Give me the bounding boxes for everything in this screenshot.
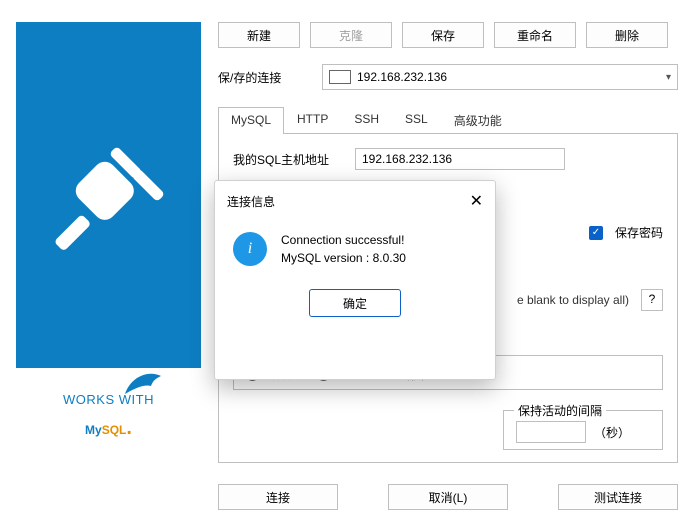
connection-info-dialog: 连接信息 ✕ i Connection successful! MySQL ve…	[214, 180, 496, 380]
tab-mysql[interactable]: MySQL	[218, 107, 284, 134]
tab-http[interactable]: HTTP	[284, 106, 341, 133]
saved-connection-label: 保/存的连接	[218, 69, 308, 86]
host-input[interactable]	[355, 148, 565, 170]
color-swatch	[329, 70, 351, 84]
new-button[interactable]: 新建	[218, 22, 300, 48]
save-button[interactable]: 保存	[402, 22, 484, 48]
close-icon[interactable]: ✕	[470, 191, 483, 211]
tabstrip: MySQL HTTP SSH SSL 高级功能	[218, 106, 678, 134]
tab-ssh[interactable]: SSH	[341, 106, 392, 133]
mysql-logo: WORKS WITH MySQL.	[16, 368, 201, 464]
tab-ssl[interactable]: SSL	[392, 106, 441, 133]
plug-illustration	[16, 22, 201, 368]
ok-button[interactable]: 确定	[309, 289, 401, 317]
db-hint: e blank to display all)	[517, 293, 629, 307]
toolbar: 新建 克隆 保存 重命名 删除	[218, 22, 678, 48]
dolphin-icon	[123, 370, 163, 396]
save-password-label: 保存密码	[615, 224, 663, 241]
info-icon: i	[233, 232, 267, 266]
chevron-down-icon: ▾	[666, 72, 671, 83]
plug-icon	[39, 125, 179, 265]
help-button[interactable]: ?	[641, 289, 663, 311]
dialog-message: Connection successful! MySQL version : 8…	[281, 231, 406, 267]
saved-connection-value: 192.168.232.136	[357, 70, 447, 84]
clone-button: 克隆	[310, 22, 392, 48]
connect-button[interactable]: 连接	[218, 484, 338, 510]
host-label: 我的SQL主机地址	[233, 151, 343, 168]
test-connection-button[interactable]: 测试连接	[558, 484, 678, 510]
keepalive-input[interactable]	[516, 421, 586, 443]
tab-advanced[interactable]: 高级功能	[441, 106, 515, 133]
keepalive-group: 保持活动的间隔 （秒）	[503, 410, 663, 450]
mysql-wordmark: MySQL.	[85, 407, 132, 439]
saved-connection-select[interactable]: 192.168.232.136 ▾	[322, 64, 678, 90]
saved-connection-row: 保/存的连接 192.168.232.136 ▾	[218, 64, 678, 90]
dialog-title: 连接信息	[227, 193, 275, 210]
keepalive-label: 保持活动的间隔	[514, 402, 606, 419]
host-row: 我的SQL主机地址	[233, 148, 663, 170]
footer-buttons: 连接 取消(L) 测试连接	[218, 484, 678, 510]
cancel-button[interactable]: 取消(L)	[388, 484, 508, 510]
rename-button[interactable]: 重命名	[494, 22, 576, 48]
keepalive-unit: （秒）	[594, 424, 630, 441]
sidebar-logo: WORKS WITH MySQL.	[16, 22, 201, 464]
save-password-checkbox[interactable]: ✓	[589, 226, 603, 240]
delete-button[interactable]: 删除	[586, 22, 668, 48]
